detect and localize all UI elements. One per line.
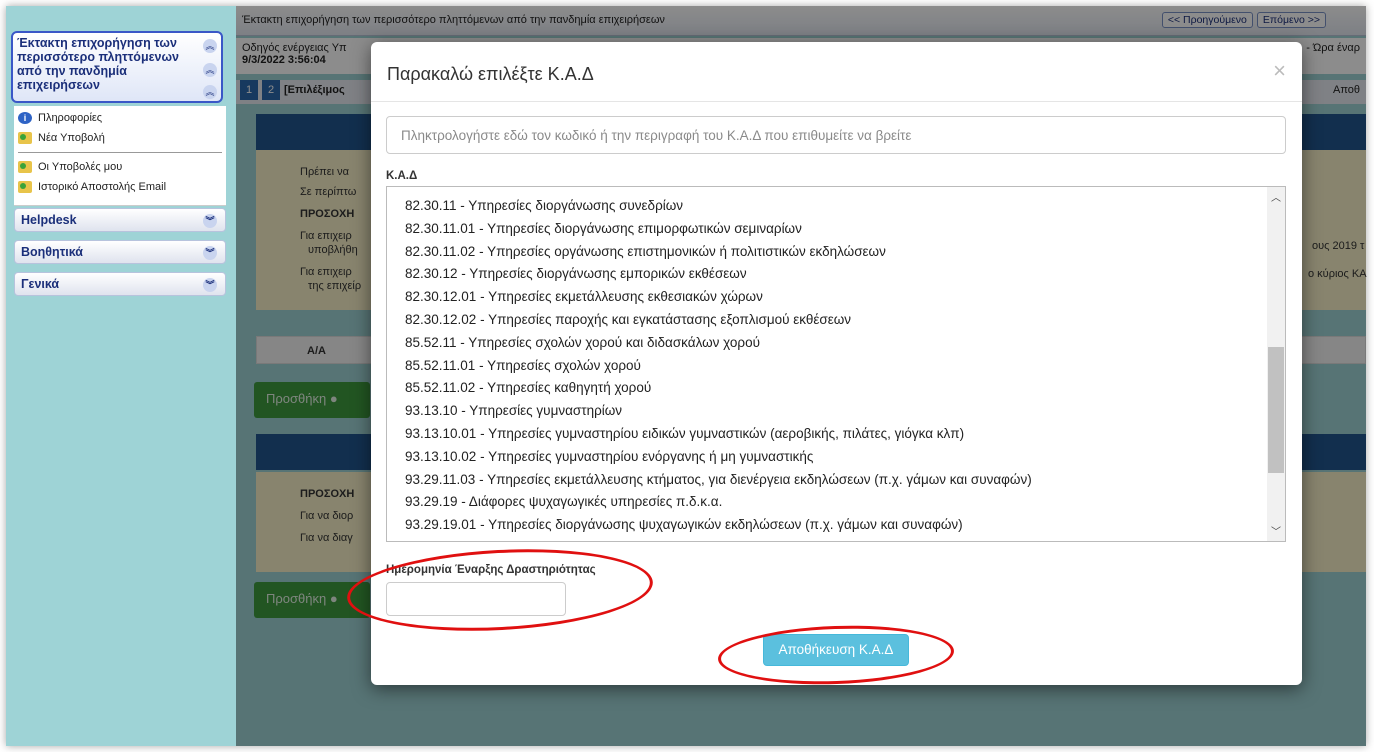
chevron-down-icon[interactable]: ﹀ xyxy=(1267,523,1285,539)
sidebar-item-label: Οι Υποβολές μου xyxy=(38,161,123,173)
divider xyxy=(18,152,222,153)
list-item[interactable]: 93.13.10 - Υπηρεσίες γυμναστηρίων xyxy=(387,400,1267,423)
sidebar-item-my-submissions[interactable]: Οι Υποβολές μου xyxy=(14,157,226,177)
folder-icon xyxy=(18,181,32,193)
close-icon[interactable]: × xyxy=(1273,58,1286,84)
list-item[interactable]: 82.30.11.02 - Υπηρεσίες οργάνωσης επιστη… xyxy=(387,241,1267,264)
category-label: Βοηθητικά xyxy=(21,245,83,259)
scrollbar-thumb[interactable] xyxy=(1268,347,1284,473)
chevron-down-icon[interactable]: ︾ xyxy=(203,214,217,228)
list-item[interactable]: 85.52.11 - Υπηρεσίες σχολών χορού και δι… xyxy=(387,332,1267,355)
sidebar-item-label: Πληροφορίες xyxy=(38,112,103,124)
sidebar-links: i Πληροφορίες Νέα Υποβολή Οι Υποβολές μο… xyxy=(14,106,226,206)
list-item[interactable]: 82.30.12.02 - Υπηρεσίες παροχής και εγκα… xyxy=(387,309,1267,332)
sidebar-item-email-history[interactable]: Ιστορικό Αποστολής Email xyxy=(14,177,226,197)
chevron-up-icon[interactable]: ︽ xyxy=(203,63,217,77)
sidebar-item-info[interactable]: i Πληροφορίες xyxy=(14,108,226,128)
list-item[interactable]: 93.29.19.01 - Υπηρεσίες διοργάνωσης ψυχα… xyxy=(387,514,1267,537)
list-item[interactable] xyxy=(387,187,1267,195)
modal-header: Παρακαλώ επιλέξτε Κ.Α.Δ × xyxy=(371,42,1302,102)
kad-search-input[interactable] xyxy=(386,116,1286,154)
sidebar-category-helpdesk[interactable]: Helpdesk ︾ xyxy=(14,208,226,232)
sidebar-category-general[interactable]: Γενικά ︾ xyxy=(14,272,226,296)
sidebar-item-new-submission[interactable]: Νέα Υποβολή xyxy=(14,128,226,148)
list-item[interactable]: 82.30.11 - Υπηρεσίες διοργάνωσης συνεδρί… xyxy=(387,195,1267,218)
category-label: Γενικά xyxy=(21,277,60,291)
list-item[interactable]: 85.52.11.02 - Υπηρεσίες καθηγητή χορού xyxy=(387,377,1267,400)
chevron-down-icon[interactable]: ︾ xyxy=(203,278,217,292)
sidebar-category-auxiliary[interactable]: Βοηθητικά ︾ xyxy=(14,240,226,264)
list-item[interactable]: 85.52.11.01 - Υπηρεσίες σχολών χορού xyxy=(387,355,1267,378)
kad-label: Κ.Α.Δ xyxy=(386,170,418,182)
kad-listbox[interactable]: 82.30.11 - Υπηρεσίες διοργάνωσης συνεδρί… xyxy=(386,186,1286,542)
list-item[interactable]: 93.29.11.03 - Υπηρεσίες εκμετάλλευσης κτ… xyxy=(387,469,1267,492)
folder-icon xyxy=(18,161,32,173)
modal-title: Παρακαλώ επιλέξτε Κ.Α.Δ xyxy=(387,64,594,84)
sidebar: Έκτακτη επιχορήγηση των περισσότερο πλητ… xyxy=(6,6,236,746)
listbox-scrollbar[interactable]: ︿ ﹀ xyxy=(1267,187,1285,541)
sidebar-item-label: Ιστορικό Αποστολής Email xyxy=(38,181,167,193)
list-item[interactable]: 82.30.11.01 - Υπηρεσίες διοργάνωσης επιμ… xyxy=(387,218,1267,241)
chevron-up-icon[interactable]: ︽ xyxy=(203,85,217,99)
chevron-up-icon[interactable]: ︽ xyxy=(203,39,217,53)
sidebar-active-panel[interactable]: Έκτακτη επιχορήγηση των περισσότερο πλητ… xyxy=(11,31,223,103)
chevron-down-icon[interactable]: ︾ xyxy=(203,246,217,260)
info-icon: i xyxy=(18,112,32,124)
sidebar-item-label: Νέα Υποβολή xyxy=(38,132,105,144)
kad-list: 82.30.11 - Υπηρεσίες διοργάνωσης συνεδρί… xyxy=(387,187,1267,537)
list-item[interactable]: 82.30.12 - Υπηρεσίες διοργάνωσης εμπορικ… xyxy=(387,263,1267,286)
list-item[interactable]: 82.30.12.01 - Υπηρεσίες εκμετάλλευσης εκ… xyxy=(387,286,1267,309)
chevron-up-icon[interactable]: ︿ xyxy=(1267,189,1285,205)
sidebar-panel-title: Έκτακτη επιχορήγηση των περισσότερο πλητ… xyxy=(17,36,179,92)
list-item[interactable]: 93.29.19 - Διάφορες ψυχαγωγικές υπηρεσίε… xyxy=(387,491,1267,514)
category-label: Helpdesk xyxy=(21,213,77,227)
folder-icon xyxy=(18,132,32,144)
list-item[interactable]: 93.13.10.01 - Υπηρεσίες γυμναστηρίου ειδ… xyxy=(387,423,1267,446)
list-item[interactable]: 93.13.10.02 - Υπηρεσίες γυμναστηρίου ενό… xyxy=(387,446,1267,469)
screen: Έκτακτη επιχορήγηση των περισσότερο πλητ… xyxy=(0,0,1374,752)
